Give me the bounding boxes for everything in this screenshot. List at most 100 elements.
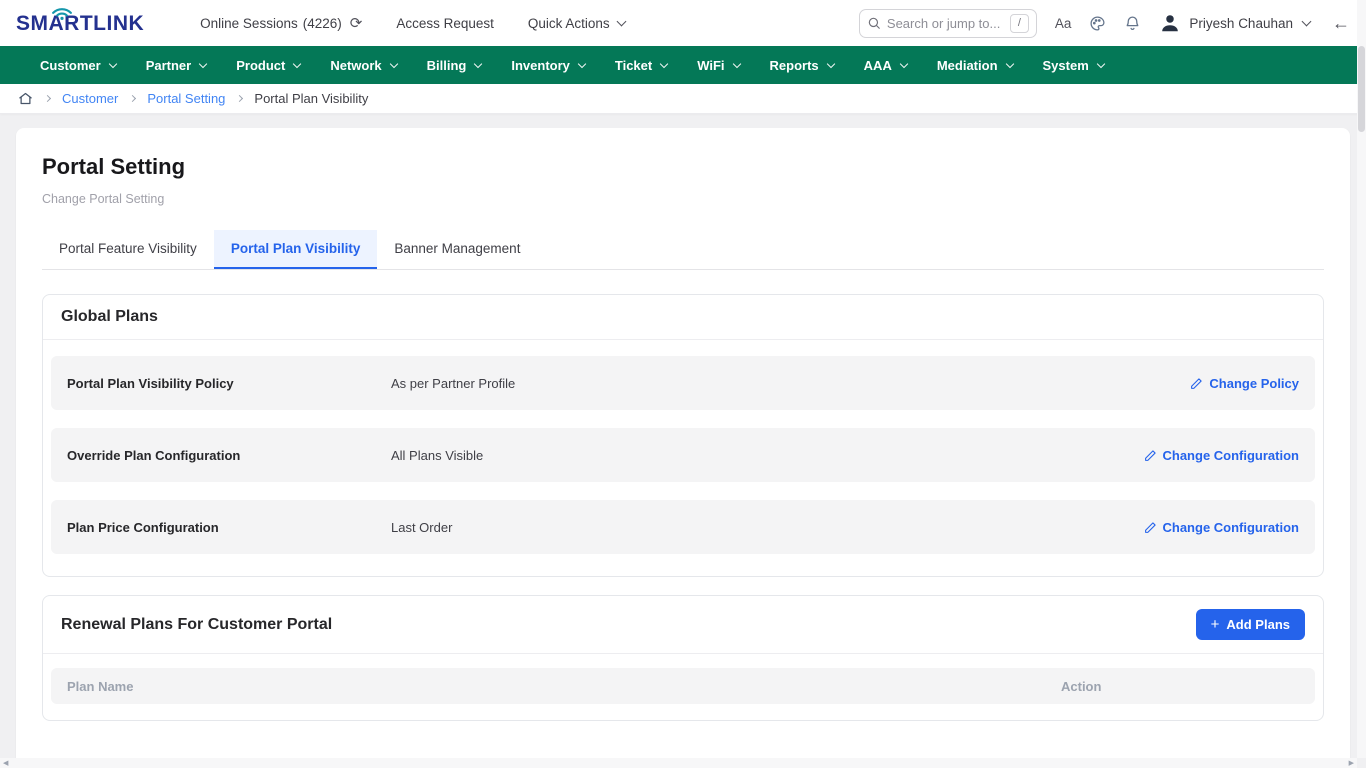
scroll-left-arrow[interactable]: ◀ — [3, 760, 8, 767]
breadcrumb-customer[interactable]: Customer — [62, 91, 118, 106]
main-navigation: Customer Partner Product Network Billing… — [0, 46, 1366, 84]
nav-item-billing[interactable]: Billing — [427, 58, 482, 73]
chevron-down-icon — [474, 59, 482, 67]
renewal-plans-header: Renewal Plans For Customer Portal + Add … — [43, 596, 1323, 654]
theme-palette-icon[interactable] — [1089, 15, 1106, 32]
topbar-right-menu: / Aa Priyesh Chauhan ← — [859, 9, 1350, 38]
horizontal-scrollbar[interactable]: ◀ ▶ — [0, 758, 1357, 768]
breadcrumb-current: Portal Plan Visibility — [254, 91, 368, 106]
nav-item-aaa[interactable]: AAA — [864, 58, 907, 73]
online-sessions-count: (4226) — [303, 16, 342, 31]
user-menu[interactable]: Priyesh Chauhan — [1159, 12, 1310, 34]
scroll-right-arrow[interactable]: ▶ — [1349, 760, 1354, 767]
nav-label: WiFi — [697, 58, 724, 73]
column-plan-name: Plan Name — [67, 679, 1061, 694]
chevron-down-icon — [293, 59, 301, 67]
add-plans-label: Add Plans — [1226, 617, 1290, 632]
avatar — [1159, 12, 1181, 34]
column-action: Action — [1061, 679, 1299, 694]
action-label: Change Configuration — [1163, 520, 1300, 535]
nav-item-network[interactable]: Network — [330, 58, 396, 73]
nav-item-system[interactable]: System — [1043, 58, 1104, 73]
nav-label: Product — [236, 58, 285, 73]
chevron-down-icon — [900, 59, 908, 67]
top-bar: SMARTLINK Online Sessions (4226) ⟳ Acces… — [0, 0, 1366, 46]
nav-item-customer[interactable]: Customer — [40, 58, 116, 73]
add-plans-button[interactable]: + Add Plans — [1196, 609, 1305, 640]
global-plans-header: Global Plans — [43, 295, 1323, 340]
chevron-down-icon — [578, 59, 586, 67]
logo-text: SMARTLINK — [16, 13, 144, 34]
nav-label: Reports — [770, 58, 819, 73]
nav-label: System — [1043, 58, 1089, 73]
tab-bar: Portal Feature Visibility Portal Plan Vi… — [42, 230, 1324, 270]
chevron-down-icon — [1097, 59, 1105, 67]
global-search[interactable]: / — [859, 9, 1037, 38]
tab-banner-management[interactable]: Banner Management — [377, 230, 537, 269]
nav-item-wifi[interactable]: WiFi — [697, 58, 739, 73]
nav-label: Ticket — [615, 58, 652, 73]
quick-actions-label: Quick Actions — [528, 16, 610, 31]
topbar-left-menu: Online Sessions (4226) ⟳ Access Request … — [200, 14, 625, 32]
nav-label: Inventory — [511, 58, 570, 73]
chevron-down-icon — [108, 59, 116, 67]
main-content: Portal Setting Change Portal Setting Por… — [0, 114, 1366, 768]
change-configuration-button[interactable]: Change Configuration — [1144, 448, 1300, 463]
refresh-icon[interactable]: ⟳ — [350, 14, 363, 32]
tab-portal-plan-visibility[interactable]: Portal Plan Visibility — [214, 230, 378, 269]
online-sessions[interactable]: Online Sessions (4226) ⟳ — [200, 14, 362, 32]
tab-portal-feature-visibility[interactable]: Portal Feature Visibility — [42, 230, 214, 269]
change-policy-button[interactable]: Change Policy — [1190, 376, 1299, 391]
user-name: Priyesh Chauhan — [1189, 16, 1293, 31]
notifications-bell-icon[interactable] — [1124, 15, 1141, 32]
global-plans-title: Global Plans — [61, 308, 158, 326]
breadcrumb-separator — [236, 95, 243, 102]
smartlink-logo[interactable]: SMARTLINK — [16, 13, 144, 34]
nav-item-ticket[interactable]: Ticket — [615, 58, 667, 73]
nav-item-mediation[interactable]: Mediation — [937, 58, 1013, 73]
chevron-down-icon — [616, 17, 626, 27]
breadcrumb-portal-setting[interactable]: Portal Setting — [147, 91, 225, 106]
nav-label: Billing — [427, 58, 467, 73]
scrollbar-thumb[interactable] — [1358, 46, 1365, 132]
font-size-toggle[interactable]: Aa — [1055, 16, 1072, 31]
chevron-down-icon — [660, 59, 668, 67]
page-subtitle: Change Portal Setting — [42, 192, 1324, 206]
search-shortcut-badge: / — [1010, 14, 1029, 33]
quick-actions-menu[interactable]: Quick Actions — [528, 16, 625, 31]
pencil-icon — [1144, 521, 1157, 534]
chevron-down-icon — [1302, 17, 1312, 27]
nav-item-inventory[interactable]: Inventory — [511, 58, 585, 73]
plus-icon: + — [1211, 617, 1220, 632]
nav-item-reports[interactable]: Reports — [770, 58, 834, 73]
change-configuration-button[interactable]: Change Configuration — [1144, 520, 1300, 535]
setting-row: Plan Price Configuration Last Order Chan… — [51, 500, 1315, 554]
pencil-icon — [1190, 377, 1203, 390]
renewal-plans-title: Renewal Plans For Customer Portal — [61, 616, 332, 634]
breadcrumb-separator — [44, 95, 51, 102]
setting-row: Override Plan Configuration All Plans Vi… — [51, 428, 1315, 482]
breadcrumb-separator — [129, 95, 136, 102]
nav-item-partner[interactable]: Partner — [146, 58, 207, 73]
access-request-link[interactable]: Access Request — [396, 16, 494, 31]
renewal-plans-table-header: Plan Name Action — [51, 668, 1315, 704]
renewal-plans-section: Renewal Plans For Customer Portal + Add … — [42, 595, 1324, 721]
nav-label: Customer — [40, 58, 101, 73]
setting-value: All Plans Visible — [391, 448, 1144, 463]
back-arrow-icon[interactable]: ← — [1332, 13, 1350, 34]
wifi-signal-icon — [49, 4, 75, 23]
pencil-icon — [1144, 449, 1157, 462]
setting-label: Plan Price Configuration — [67, 520, 391, 535]
setting-label: Override Plan Configuration — [67, 448, 391, 463]
home-icon[interactable] — [18, 91, 33, 106]
nav-item-product[interactable]: Product — [236, 58, 300, 73]
setting-label: Portal Plan Visibility Policy — [67, 376, 391, 391]
action-label: Change Configuration — [1163, 448, 1300, 463]
nav-label: AAA — [864, 58, 892, 73]
vertical-scrollbar[interactable] — [1357, 0, 1366, 758]
chevron-down-icon — [732, 59, 740, 67]
page-card: Portal Setting Change Portal Setting Por… — [16, 128, 1350, 768]
search-input[interactable] — [887, 16, 1004, 31]
global-plans-section: Global Plans Portal Plan Visibility Poli… — [42, 294, 1324, 577]
chevron-down-icon — [389, 59, 397, 67]
